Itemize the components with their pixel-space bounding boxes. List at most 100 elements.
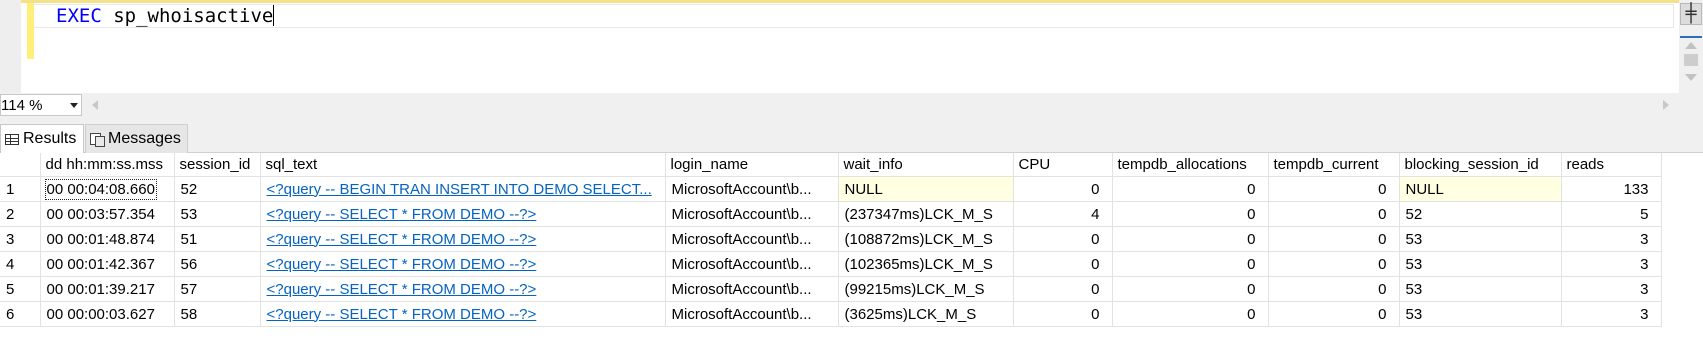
code-line-1[interactable]: EXEC sp_whoisactive bbox=[56, 4, 275, 28]
session-id-cell[interactable]: 52 bbox=[174, 176, 261, 202]
login-name-cell[interactable]: MicrosoftAccount\b... bbox=[665, 251, 839, 277]
cpu-cell[interactable]: 0 bbox=[1013, 226, 1113, 252]
duration-cell[interactable]: 00 00:01:42.367 bbox=[40, 251, 175, 277]
wait-info-cell[interactable]: (102365ms)LCK_M_S bbox=[838, 251, 1014, 277]
wait-info-cell[interactable]: (108872ms)LCK_M_S bbox=[838, 226, 1014, 252]
tempdb-current-cell[interactable]: 0 bbox=[1268, 201, 1400, 227]
cpu-cell[interactable]: 0 bbox=[1013, 176, 1113, 202]
reads-cell[interactable]: 3 bbox=[1561, 276, 1662, 302]
login-name-cell[interactable]: MicrosoftAccount\b... bbox=[665, 176, 839, 202]
table-row[interactable]: 5 00 00:01:39.217 57 <?query -- SELECT *… bbox=[0, 276, 1662, 302]
results-grid[interactable]: dd hh:mm:ss.mss session_id sql_text logi… bbox=[0, 153, 1703, 363]
session-id-cell[interactable]: 57 bbox=[174, 276, 261, 302]
row-number[interactable]: 5 bbox=[0, 276, 41, 302]
tempdb-allocations-cell[interactable]: 0 bbox=[1112, 201, 1269, 227]
tempdb-current-cell[interactable]: 0 bbox=[1268, 301, 1400, 327]
column-header-tempdb-allocations[interactable]: tempdb_allocations bbox=[1112, 153, 1269, 177]
sql-text-link[interactable]: <?query -- SELECT * FROM DEMO --?> bbox=[260, 226, 666, 252]
tempdb-allocations-cell[interactable]: 0 bbox=[1112, 226, 1269, 252]
tab-results[interactable]: Results bbox=[0, 124, 84, 153]
zoom-dropdown[interactable]: 114 % bbox=[0, 94, 82, 116]
column-header-reads[interactable]: reads bbox=[1561, 153, 1662, 177]
column-header-login-name[interactable]: login_name bbox=[665, 153, 839, 177]
wait-info-cell[interactable]: (3625ms)LCK_M_S bbox=[838, 301, 1014, 327]
blocking-session-id-cell[interactable]: 53 bbox=[1399, 301, 1562, 327]
blocking-session-id-cell[interactable]: NULL bbox=[1399, 176, 1562, 202]
column-header-session-id[interactable]: session_id bbox=[174, 153, 261, 177]
query-editor[interactable]: EXEC sp_whoisactive ╪ bbox=[0, 0, 1703, 93]
tempdb-allocations-cell[interactable]: 0 bbox=[1112, 276, 1269, 302]
cpu-cell[interactable]: 4 bbox=[1013, 201, 1113, 227]
blocking-session-id-cell[interactable]: 53 bbox=[1399, 276, 1562, 302]
chevron-down-icon[interactable] bbox=[70, 103, 78, 108]
tempdb-current-cell[interactable]: 0 bbox=[1268, 176, 1400, 202]
reads-cell[interactable]: 3 bbox=[1561, 301, 1662, 327]
scroll-thumb[interactable] bbox=[1684, 54, 1698, 66]
row-number-header[interactable] bbox=[0, 153, 41, 177]
scroll-right-arrow-icon[interactable] bbox=[1663, 100, 1669, 110]
tempdb-current-cell[interactable]: 0 bbox=[1268, 251, 1400, 277]
session-id-cell[interactable]: 51 bbox=[174, 226, 261, 252]
wait-info-cell[interactable]: NULL bbox=[838, 176, 1014, 202]
row-number[interactable]: 2 bbox=[0, 201, 41, 227]
reads-cell[interactable]: 3 bbox=[1561, 251, 1662, 277]
session-id-cell[interactable]: 56 bbox=[174, 251, 261, 277]
blocking-session-id-cell[interactable]: 53 bbox=[1399, 226, 1562, 252]
tab-messages[interactable]: Messages bbox=[85, 124, 188, 153]
wait-info-cell[interactable]: (99215ms)LCK_M_S bbox=[838, 276, 1014, 302]
blocking-session-id-cell[interactable]: 53 bbox=[1399, 251, 1562, 277]
column-header-cpu[interactable]: CPU bbox=[1013, 153, 1113, 177]
table-row[interactable]: 6 00 00:00:03.627 58 <?query -- SELECT *… bbox=[0, 301, 1662, 327]
reads-cell[interactable]: 3 bbox=[1561, 226, 1662, 252]
tempdb-allocations-cell[interactable]: 0 bbox=[1112, 251, 1269, 277]
login-name-cell[interactable]: MicrosoftAccount\b... bbox=[665, 226, 839, 252]
row-number[interactable]: 4 bbox=[0, 251, 41, 277]
login-name-cell[interactable]: MicrosoftAccount\b... bbox=[665, 301, 839, 327]
table-row[interactable]: 1 00 00:04:08.660 52 <?query -- BEGIN TR… bbox=[0, 176, 1662, 202]
cpu-cell[interactable]: 0 bbox=[1013, 276, 1113, 302]
tempdb-current-cell[interactable]: 0 bbox=[1268, 226, 1400, 252]
login-name-cell[interactable]: MicrosoftAccount\b... bbox=[665, 276, 839, 302]
column-header-sql-text[interactable]: sql_text bbox=[260, 153, 666, 177]
scroll-up-arrow-icon[interactable] bbox=[1685, 42, 1697, 49]
login-name-cell[interactable]: MicrosoftAccount\b... bbox=[665, 201, 839, 227]
blocking-session-id-cell[interactable]: 52 bbox=[1399, 201, 1562, 227]
sql-text-link[interactable]: <?query -- SELECT * FROM DEMO --?> bbox=[260, 201, 666, 227]
column-header-tempdb-current[interactable]: tempdb_current bbox=[1268, 153, 1400, 177]
duration-cell[interactable]: 00 00:01:39.217 bbox=[40, 276, 175, 302]
row-number[interactable]: 1 bbox=[0, 176, 41, 202]
session-id-cell[interactable]: 53 bbox=[174, 201, 261, 227]
sql-text-link[interactable]: <?query -- SELECT * FROM DEMO --?> bbox=[260, 301, 666, 327]
table-row[interactable]: 2 00 00:03:57.354 53 <?query -- SELECT *… bbox=[0, 201, 1662, 227]
split-editor-button[interactable]: ╪ bbox=[1680, 3, 1702, 25]
tempdb-allocations-cell[interactable]: 0 bbox=[1112, 301, 1269, 327]
duration-cell[interactable]: 00 00:04:08.660 bbox=[40, 176, 175, 202]
sql-text-link[interactable]: <?query -- SELECT * FROM DEMO --?> bbox=[260, 251, 666, 277]
duration-cell[interactable]: 00 00:03:57.354 bbox=[40, 201, 175, 227]
sql-text-link[interactable]: <?query -- BEGIN TRAN INSERT INTO DEMO S… bbox=[260, 176, 666, 202]
row-number[interactable]: 3 bbox=[0, 226, 41, 252]
wait-info-cell[interactable]: (237347ms)LCK_M_S bbox=[838, 201, 1014, 227]
session-id-cell[interactable]: 58 bbox=[174, 301, 261, 327]
scroll-left-arrow-icon[interactable] bbox=[92, 100, 98, 110]
sql-text-link[interactable]: <?query -- SELECT * FROM DEMO --?> bbox=[260, 276, 666, 302]
sql-keyword: EXEC bbox=[56, 5, 102, 27]
cpu-cell[interactable]: 0 bbox=[1013, 301, 1113, 327]
column-header-blocking-session-id[interactable]: blocking_session_id bbox=[1399, 153, 1562, 177]
duration-cell[interactable]: 00 00:01:48.874 bbox=[40, 226, 175, 252]
duration-cell[interactable]: 00 00:00:03.627 bbox=[40, 301, 175, 327]
header-row: dd hh:mm:ss.mss session_id sql_text logi… bbox=[0, 153, 1662, 177]
tempdb-allocations-cell[interactable]: 0 bbox=[1112, 176, 1269, 202]
tempdb-current-cell[interactable]: 0 bbox=[1268, 276, 1400, 302]
table-row[interactable]: 4 00 00:01:42.367 56 <?query -- SELECT *… bbox=[0, 251, 1662, 277]
column-header-wait-info[interactable]: wait_info bbox=[838, 153, 1014, 177]
cpu-cell[interactable]: 0 bbox=[1013, 251, 1113, 277]
column-header-dd[interactable]: dd hh:mm:ss.mss bbox=[40, 153, 175, 177]
scroll-down-arrow-icon[interactable] bbox=[1685, 74, 1697, 81]
table-row[interactable]: 3 00 00:01:48.874 51 <?query -- SELECT *… bbox=[0, 226, 1662, 252]
editor-top-border bbox=[0, 0, 1703, 3]
reads-cell[interactable]: 133 bbox=[1561, 176, 1662, 202]
row-number[interactable]: 6 bbox=[0, 301, 41, 327]
reads-cell[interactable]: 5 bbox=[1561, 201, 1662, 227]
zoom-bar: 114 % bbox=[0, 93, 1703, 118]
